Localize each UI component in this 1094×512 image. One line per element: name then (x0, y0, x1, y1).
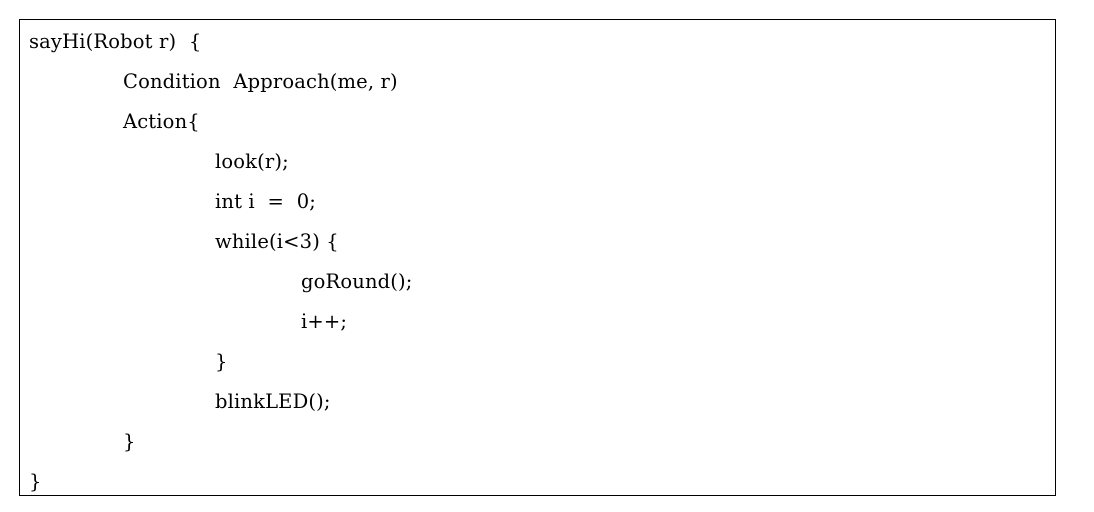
code-line: i++; (301, 310, 348, 333)
code-line: } (123, 430, 136, 453)
code-line: while(i<3) { (215, 230, 339, 253)
code-line: goRound(); (301, 270, 413, 293)
code-line: } (29, 470, 42, 493)
code-line: sayHi(Robot r) { (29, 30, 202, 53)
code-line: Action{ (123, 110, 200, 133)
code-listing-frame: sayHi(Robot r) { Condition Approach(me, r… (19, 19, 1056, 496)
code-block: sayHi(Robot r) { Condition Approach(me, r… (29, 22, 1055, 502)
code-line: look(r); (215, 150, 289, 173)
code-line: Condition Approach(me, r) (123, 70, 398, 93)
code-line: int i = 0; (215, 190, 316, 213)
code-line: } (215, 350, 228, 373)
code-line: blinkLED(); (215, 390, 331, 413)
